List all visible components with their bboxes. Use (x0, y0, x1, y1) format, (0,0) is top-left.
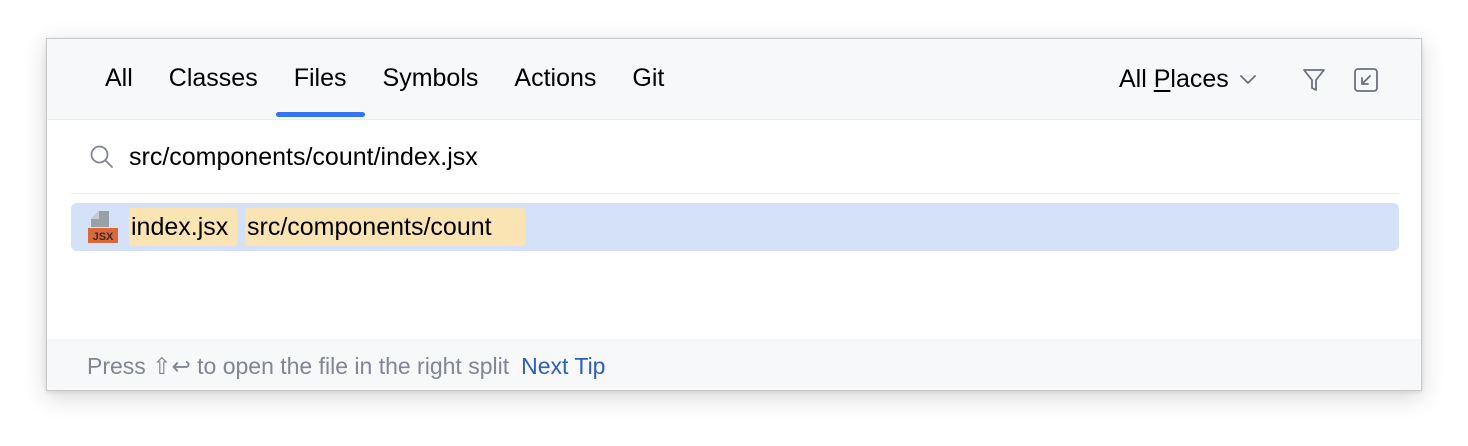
result-row[interactable]: JSX index.jsx src/components/count (71, 203, 1399, 251)
tip-text: Press ⇧↩ to open the file in the right s… (87, 349, 605, 383)
jsx-file-icon: JSX (87, 209, 119, 245)
collapse-to-corner-icon[interactable] (1351, 65, 1381, 95)
tab-classes[interactable]: Classes (151, 39, 276, 117)
footer-tip-bar: Press ⇧↩ to open the file in the right s… (47, 339, 1421, 390)
tab-actions[interactable]: Actions (496, 39, 614, 117)
scope-label-prefix: All (1119, 64, 1154, 93)
search-input[interactable] (129, 138, 1329, 176)
tab-symbols[interactable]: Symbols (365, 39, 497, 117)
scope-label-mnemonic: P (1153, 64, 1171, 93)
next-tip-link[interactable]: Next Tip (521, 353, 605, 380)
scope-label-suffix: laces (1170, 64, 1229, 93)
tip-suffix: to open the file in the right split (190, 352, 510, 379)
shift-enter-keys: ⇧↩ (152, 352, 191, 379)
tip-prefix: Press (87, 352, 153, 379)
popup-header: All Classes Files Symbols Actions Git Al… (47, 39, 1421, 120)
tab-bar: All Classes Files Symbols Actions Git (87, 39, 682, 119)
svg-text:JSX: JSX (93, 231, 114, 243)
search-everywhere-popup: All Classes Files Symbols Actions Git Al… (46, 38, 1422, 391)
result-file-location: src/components/count (245, 208, 525, 246)
tab-git[interactable]: Git (614, 39, 682, 117)
chevron-down-icon (1239, 73, 1257, 85)
filter-icon[interactable] (1299, 65, 1329, 95)
tab-all[interactable]: All (87, 39, 151, 117)
tab-files[interactable]: Files (275, 39, 365, 117)
search-row (71, 120, 1399, 194)
scope-dropdown[interactable]: All Places (1119, 61, 1257, 97)
result-file-name: index.jsx (129, 208, 237, 246)
search-icon (89, 144, 115, 170)
